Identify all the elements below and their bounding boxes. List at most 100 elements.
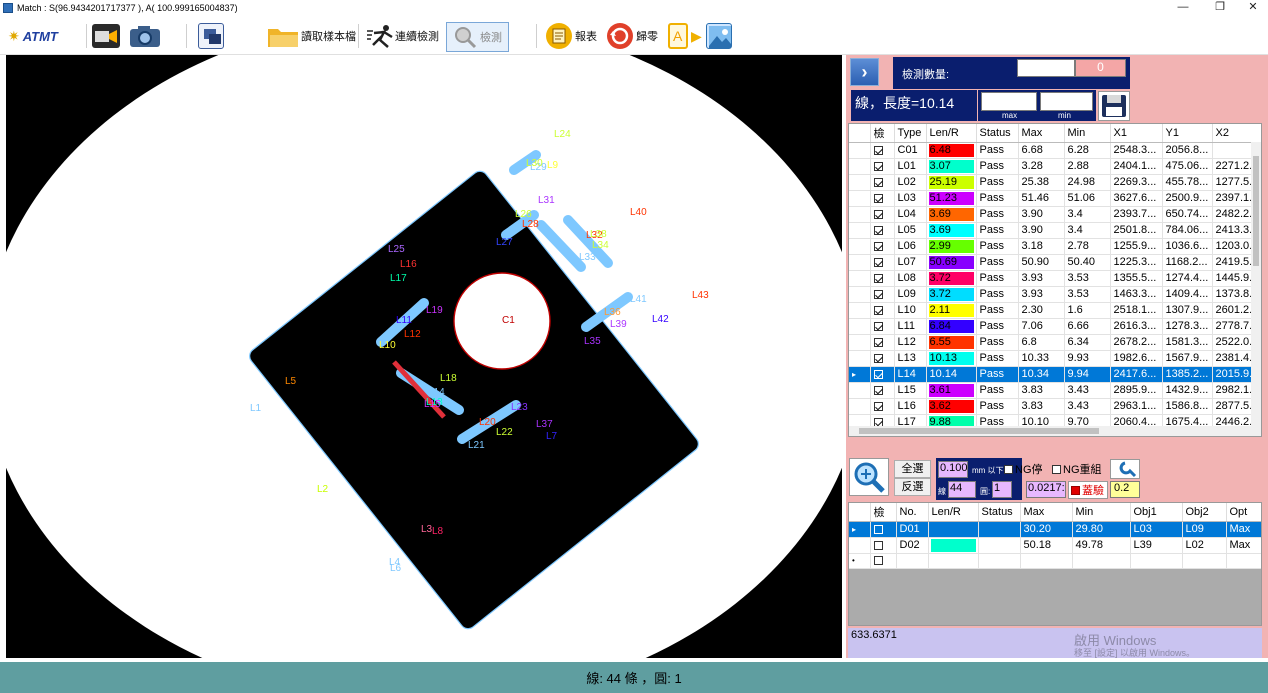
ratio-field[interactable]: 0.2 bbox=[1110, 481, 1140, 498]
feature-label-l19[interactable]: L19 bbox=[426, 305, 443, 316]
invert-selection-button[interactable]: 反選 bbox=[894, 478, 931, 496]
video-camera-button[interactable] bbox=[92, 20, 120, 52]
feature-label-l30[interactable]: L30 bbox=[526, 158, 543, 169]
feature-label-l5[interactable]: L5 bbox=[285, 376, 297, 387]
grid2-header-6[interactable]: Obj1 bbox=[1130, 503, 1183, 522]
ng-stop-check[interactable] bbox=[1004, 464, 1013, 474]
table-row[interactable]: L06 2.99 Pass 3.18 2.78 1255.9... 1036.6... 120… bbox=[849, 238, 1261, 255]
save-button[interactable] bbox=[1098, 91, 1130, 121]
feature-label-l20[interactable]: L20 bbox=[479, 417, 496, 428]
row-check[interactable] bbox=[870, 174, 895, 191]
grid-header-3[interactable]: Status bbox=[976, 124, 1019, 143]
feature-label-l6[interactable]: L6 bbox=[390, 563, 402, 574]
row-check[interactable] bbox=[870, 302, 895, 319]
table-row[interactable]: L05 3.69 Pass 3.90 3.4 2501.8... 784.06... 2413… bbox=[849, 222, 1261, 239]
table-row[interactable]: D02 50.18 49.78 L39 L02 Max bbox=[849, 537, 1261, 554]
min-field[interactable]: 9.94 bbox=[1040, 92, 1093, 111]
ok-count-field[interactable]: 0 bbox=[1017, 59, 1075, 77]
grid2-header-1[interactable]: No. bbox=[896, 503, 929, 522]
grid2-header-5[interactable]: Min bbox=[1072, 503, 1131, 522]
grid2-header-2[interactable]: Len/R bbox=[928, 503, 979, 522]
table-row[interactable]: L16 3.62 Pass 3.83 3.43 2963.1... 1586.8... 287… bbox=[849, 398, 1261, 415]
max-field[interactable]: 10.34 bbox=[981, 92, 1037, 111]
check-icon[interactable] bbox=[873, 209, 883, 219]
check-icon[interactable] bbox=[873, 353, 883, 363]
grid2-header-8[interactable]: Opt bbox=[1226, 503, 1261, 522]
feature-label-l22[interactable]: L22 bbox=[496, 427, 513, 438]
feature-label-l31[interactable]: L31 bbox=[538, 195, 555, 206]
grid2-header-7[interactable]: Obj2 bbox=[1182, 503, 1227, 522]
table-row[interactable]: L15 3.61 Pass 3.83 3.43 2895.9... 1432.9... 298… bbox=[849, 382, 1261, 399]
row-check[interactable] bbox=[870, 254, 895, 271]
check-icon[interactable] bbox=[873, 369, 883, 379]
row-check[interactable] bbox=[870, 521, 897, 538]
new-row[interactable]: • bbox=[849, 553, 1261, 570]
mode-check[interactable] bbox=[1071, 485, 1080, 495]
settings-button[interactable] bbox=[1110, 459, 1140, 479]
check-icon[interactable] bbox=[873, 225, 883, 235]
feature-label-l44[interactable]: L44 bbox=[6, 55, 23, 58]
grid-header-7[interactable]: Y1 bbox=[1162, 124, 1213, 143]
feature-label-l27[interactable]: L27 bbox=[496, 237, 513, 248]
feature-label-l21[interactable]: L21 bbox=[468, 440, 485, 451]
check-icon[interactable] bbox=[873, 401, 883, 411]
feature-label-l8[interactable]: L8 bbox=[432, 526, 444, 537]
check-icon[interactable] bbox=[873, 241, 883, 251]
check-icon[interactable] bbox=[873, 556, 883, 566]
table-row[interactable]: L12 6.55 Pass 6.8 6.34 2678.2... 1581.3... 2522… bbox=[849, 334, 1261, 351]
window-mode-button[interactable] bbox=[198, 20, 224, 52]
feature-label-l40[interactable]: L40 bbox=[630, 207, 647, 218]
feature-label-l14[interactable]: L14 bbox=[428, 387, 445, 398]
feature-label-l25[interactable]: L25 bbox=[388, 244, 405, 255]
grid-hscrollbar[interactable] bbox=[849, 426, 1261, 436]
row-check[interactable] bbox=[870, 334, 895, 351]
feature-label-l7[interactable]: L7 bbox=[546, 431, 558, 442]
feature-label-l34[interactable]: L34 bbox=[592, 240, 609, 251]
grid-header-4[interactable]: Max bbox=[1018, 124, 1065, 143]
feature-label-l17[interactable]: L17 bbox=[390, 273, 407, 284]
select-all-button[interactable]: 全選 bbox=[894, 460, 931, 478]
maximize-button[interactable]: ❐ bbox=[1203, 0, 1237, 16]
feature-label-l28[interactable]: L28 bbox=[522, 219, 539, 230]
feature-label-l18[interactable]: L18 bbox=[440, 373, 457, 384]
grid-header-6[interactable]: X1 bbox=[1110, 124, 1163, 143]
table-row[interactable]: L01 3.07 Pass 3.28 2.88 2404.1... 475.06... 227… bbox=[849, 158, 1261, 175]
check-icon[interactable] bbox=[873, 273, 883, 283]
row-check[interactable] bbox=[870, 398, 895, 415]
ng-repeat-check[interactable] bbox=[1052, 464, 1061, 474]
table-row[interactable]: L13 10.13 Pass 10.33 9.93 1982.6... 1567.9... 2… bbox=[849, 350, 1261, 367]
text-export-button[interactable]: A ▶ bbox=[668, 20, 702, 52]
grid-header-2[interactable]: Len/R bbox=[926, 124, 977, 143]
feature-label-l11[interactable]: L11 bbox=[396, 315, 412, 326]
feature-label-l37[interactable]: L37 bbox=[536, 419, 553, 430]
feature-label-l38[interactable]: L38 bbox=[590, 229, 607, 240]
check-icon[interactable] bbox=[873, 289, 883, 299]
read-template-button[interactable]: 讀取樣本檔 bbox=[266, 20, 356, 52]
line-count-field[interactable]: 44 bbox=[948, 481, 976, 498]
grid2-header-4[interactable]: Max bbox=[1020, 503, 1073, 522]
feature-label-l42[interactable]: L42 bbox=[652, 314, 669, 325]
check-icon[interactable] bbox=[873, 161, 883, 171]
check-icon[interactable] bbox=[873, 540, 883, 550]
mode-checkbox[interactable]: 蓋驗 bbox=[1068, 481, 1108, 499]
grid2-header-0[interactable]: 檢 bbox=[870, 503, 897, 522]
threshold-field[interactable]: 0.0217: bbox=[1026, 481, 1066, 498]
report-button[interactable]: 報表 bbox=[546, 20, 597, 52]
grid-scrollbar[interactable] bbox=[1251, 142, 1261, 426]
grid-hscroll-thumb[interactable] bbox=[859, 428, 1099, 434]
table-row[interactable]: L02 25.19 Pass 25.38 24.98 2269.3... 455.78...… bbox=[849, 174, 1261, 191]
table-row[interactable]: L08 3.72 Pass 3.93 3.53 1355.5... 1274.4... 144… bbox=[849, 270, 1261, 287]
table-row[interactable]: C01 6.48 Pass 6.68 6.28 2548.3... 2056.8... bbox=[849, 142, 1261, 159]
grid2-header-3[interactable]: Status bbox=[978, 503, 1021, 522]
zero-button[interactable]: 歸零 bbox=[607, 20, 658, 52]
row-check[interactable] bbox=[870, 222, 895, 239]
check-icon[interactable] bbox=[873, 145, 883, 155]
table-row[interactable]: ▸ L14 10.14 Pass 10.34 9.94 2417.6... 1385.2...… bbox=[849, 366, 1261, 383]
feature-label-l41[interactable]: L41 bbox=[630, 294, 647, 305]
row-check[interactable] bbox=[870, 158, 895, 175]
feature-label-l24[interactable]: L24 bbox=[554, 129, 571, 140]
camera-button[interactable] bbox=[128, 20, 160, 52]
table-row[interactable]: L11 6.84 Pass 7.06 6.66 2616.3... 1278.3... 277… bbox=[849, 318, 1261, 335]
detect-button[interactable]: 檢測 bbox=[446, 22, 509, 52]
feature-label-l2[interactable]: L2 bbox=[317, 484, 329, 495]
